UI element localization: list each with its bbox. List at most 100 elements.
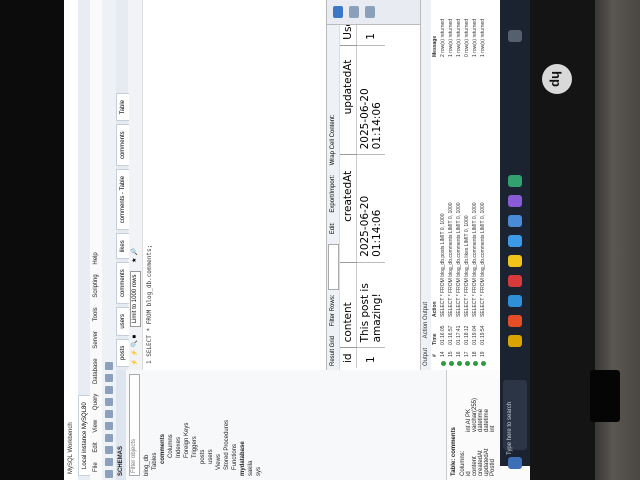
column-header[interactable]: id [340,347,357,368]
schema-inspector-icon[interactable] [105,446,113,454]
tree-item[interactable]: Functions [231,370,239,480]
app-icon[interactable] [508,175,522,187]
menu-query[interactable]: Query [93,394,99,410]
office-icon[interactable] [508,315,522,327]
column-header[interactable]: content [340,262,357,348]
out-action: SELECT * FROM blog_db.comments LIMIT 0, … [448,202,454,317]
out-num: 14 [440,351,446,357]
create-procedure-icon[interactable] [105,398,113,406]
out-num: 19 [480,351,486,357]
tree-item[interactable]: Stored Procedures [223,370,231,480]
system-tray-icon[interactable] [508,30,522,42]
create-schema-icon[interactable] [105,434,113,442]
app-icon[interactable] [508,275,522,287]
execute-current-icon[interactable]: ⚡ [132,349,138,356]
menu-file[interactable]: File [93,462,99,472]
cell-createdat[interactable]: 2025-06-20 01:14:06 [356,154,385,263]
file-explorer-icon[interactable] [508,335,522,347]
app-title: MySQL Workbench [68,422,74,474]
out-msg: 1 row(s) returned [456,18,462,57]
output-row[interactable]: 15 01:16:57 SELECT * FROM blog_db.comments… [447,0,455,370]
tree-item[interactable]: users [207,370,215,480]
out-col-header: Action [432,301,438,317]
tree-item[interactable]: Triggers [191,370,199,480]
column-header[interactable]: createdAt [340,154,357,263]
output-row[interactable]: 14 01:16:05 SELECT * FROM blog_db.posts LI… [439,0,447,370]
reconnect-icon[interactable] [105,362,113,370]
schema-item[interactable]: sys [255,370,263,480]
out-msg: 2 row(s) returned [440,18,446,57]
start-icon[interactable] [508,457,522,469]
new-sql-tab-icon[interactable] [105,470,113,478]
out-msg: 1 row(s) returned [448,18,454,57]
info-title: Table: comments [451,427,457,476]
field-types-icon[interactable] [365,6,375,18]
limit-select[interactable]: Limit to 1000 rows [130,270,141,328]
out-msg: 1 row(s) returned [480,18,486,57]
app-icon[interactable] [508,195,522,207]
out-time: 01:18:12 [464,325,470,345]
edge-icon[interactable] [508,295,522,307]
filter-rows-input[interactable] [327,243,339,290]
result-grid-icon[interactable] [333,6,343,18]
menu-scripting[interactable]: Scripting [93,274,99,297]
editor-tab[interactable]: comments - Table [116,169,129,231]
out-time: 01:17:41 [456,325,462,345]
execute-icon[interactable]: ⚡ [132,359,138,366]
out-action: SELECT * FROM blog_db.posts LIMIT 0, 100… [440,213,446,317]
editor-tab[interactable]: comments [116,124,129,167]
schema-item[interactable]: mydatabase [239,370,247,480]
result-grid-label[interactable]: Result Grid [330,336,336,366]
beautify-icon[interactable]: ★ [132,257,138,262]
editor-tab[interactable]: Table [116,93,129,122]
create-function-icon[interactable] [105,386,113,394]
menu-view[interactable]: View [93,420,99,433]
stop-icon[interactable]: ■ [132,335,138,339]
menu-server[interactable]: Server [93,331,99,349]
cell-id[interactable]: 1 [356,347,385,368]
menu-database[interactable]: Database [93,358,99,384]
tree-item[interactable]: posts [199,370,207,480]
output-mode-select[interactable]: Action Output [423,302,429,338]
column-header[interactable]: updatedAt [340,45,357,155]
result-grid: id content createdAt updatedAt UserId 1 … [340,0,385,368]
search-table-icon[interactable] [105,374,113,382]
form-editor-icon[interactable] [349,6,359,18]
tree-item[interactable]: Indexes [175,370,183,480]
output-column-header: # Time Action Message [431,0,439,370]
output-row[interactable]: 18 01:19:04 SELECT * FROM blog_db.comments… [471,0,479,370]
create-table-icon[interactable] [105,422,113,430]
menu-tools[interactable]: Tools [93,307,99,321]
success-icon [448,361,454,366]
create-view-icon[interactable] [105,410,113,418]
open-sql-icon[interactable] [105,458,113,466]
filter-objects-input[interactable]: Filter objects [129,374,140,476]
menu-help[interactable]: Help [93,252,99,264]
explain-icon[interactable]: 🔍 [132,340,138,347]
output-row[interactable]: 16 01:17:41 SELECT * FROM blog_db.comments… [455,0,463,370]
cell-updatedat[interactable]: 2025-06-20 01:14:06 [356,45,385,155]
tree-item[interactable]: comments [159,370,167,480]
vscode-icon[interactable] [508,235,522,247]
tree-item[interactable]: Columns [167,370,175,480]
out-time: 01:16:05 [440,325,446,345]
success-icon [464,361,470,366]
schema-item[interactable]: sakila [247,370,255,480]
find-icon[interactable]: 🔎 [132,248,138,255]
tree-item[interactable]: Foreign Keys [183,370,191,480]
output-row[interactable]: 19 01:19:54 SELECT * FROM blog_db.comments… [479,0,487,370]
menu-edit[interactable]: Edit [93,442,99,452]
schema-item[interactable]: blog_db [143,370,151,480]
workbench-icon[interactable] [508,215,522,227]
cell-content[interactable]: This post is amazing! [356,262,385,348]
workbench-window: MySQL Workbench Local instance MySQL80 F… [64,0,530,480]
tree-item[interactable]: Tables [151,370,159,480]
chrome-icon[interactable] [508,255,522,267]
out-msg: 1 row(s) returned [472,18,478,57]
sql-query-line[interactable]: 1 SELECT * FROM blog_db.comments; [143,0,156,370]
connection-tabs: Local instance MySQL80 [78,0,91,480]
info-col: PostId [490,458,496,476]
out-action: SELECT * FROM blog_db.likes LIMIT 0, 100… [464,215,470,317]
tree-item[interactable]: Views [215,370,223,480]
output-row[interactable]: 17 01:18:12 SELECT * FROM blog_db.likes LI… [463,0,471,370]
